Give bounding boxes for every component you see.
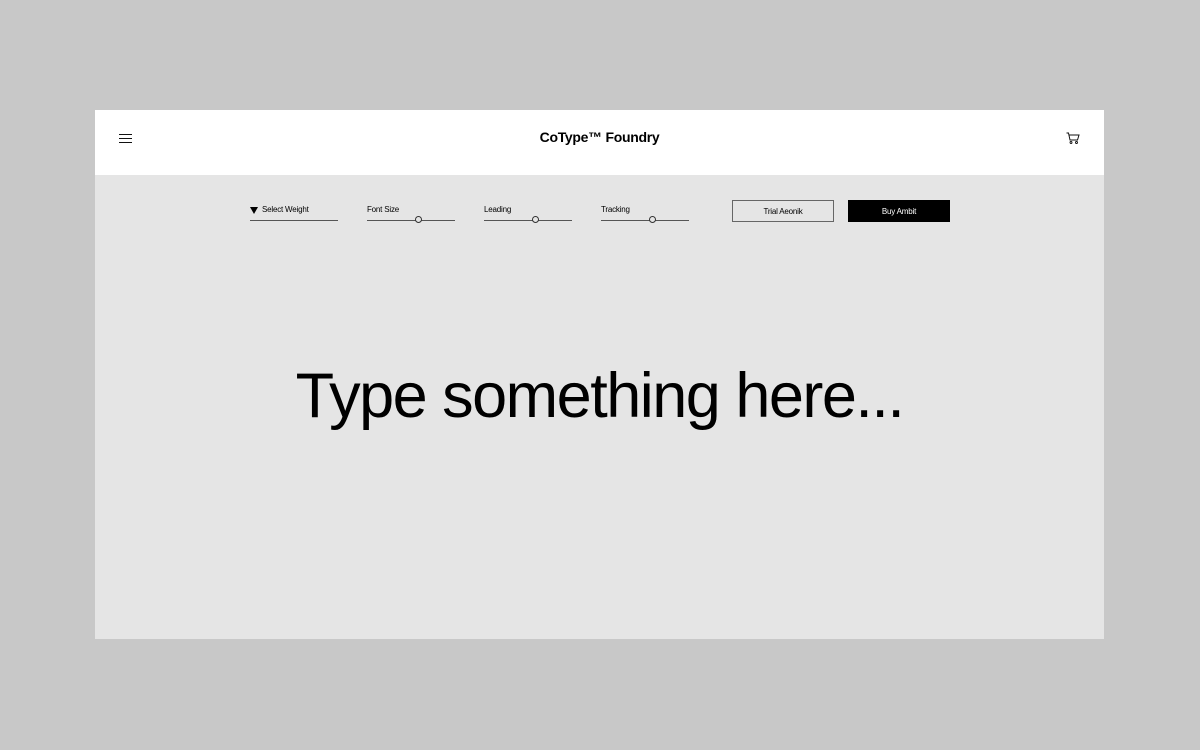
tracking-label: Tracking [601,205,630,214]
font-size-knob[interactable] [414,216,422,223]
triangle-down-icon [250,207,258,214]
select-weight-dropdown[interactable]: Select Weight [250,200,338,224]
tracking-slider[interactable]: Tracking [601,200,689,224]
tracking-track[interactable] [601,220,689,221]
trial-aeonik-button[interactable]: Trial Aeonik [732,200,834,222]
brand-title[interactable]: CoType™ Foundry [95,129,1104,145]
font-size-track[interactable] [367,220,455,221]
type-tester-toolbar: Select Weight Font Size Leading Tracking… [95,200,1104,230]
top-header: CoType™ Foundry [95,110,1104,175]
select-weight-underline [250,220,338,221]
type-preview-input[interactable]: Type something here... [95,365,1104,428]
font-size-slider[interactable]: Font Size [367,200,455,224]
leading-knob[interactable] [531,216,539,223]
font-size-label: Font Size [367,205,399,214]
leading-label: Leading [484,205,512,214]
leading-track[interactable] [484,220,572,221]
select-weight-label: Select Weight [262,205,309,214]
app-window: CoType™ Foundry Select Weight Font Size … [95,110,1104,639]
leading-slider[interactable]: Leading [484,200,572,224]
shopping-cart-icon[interactable] [1066,132,1080,144]
buy-ambit-button[interactable]: Buy Ambit [848,200,950,222]
tracking-knob[interactable] [648,216,656,223]
